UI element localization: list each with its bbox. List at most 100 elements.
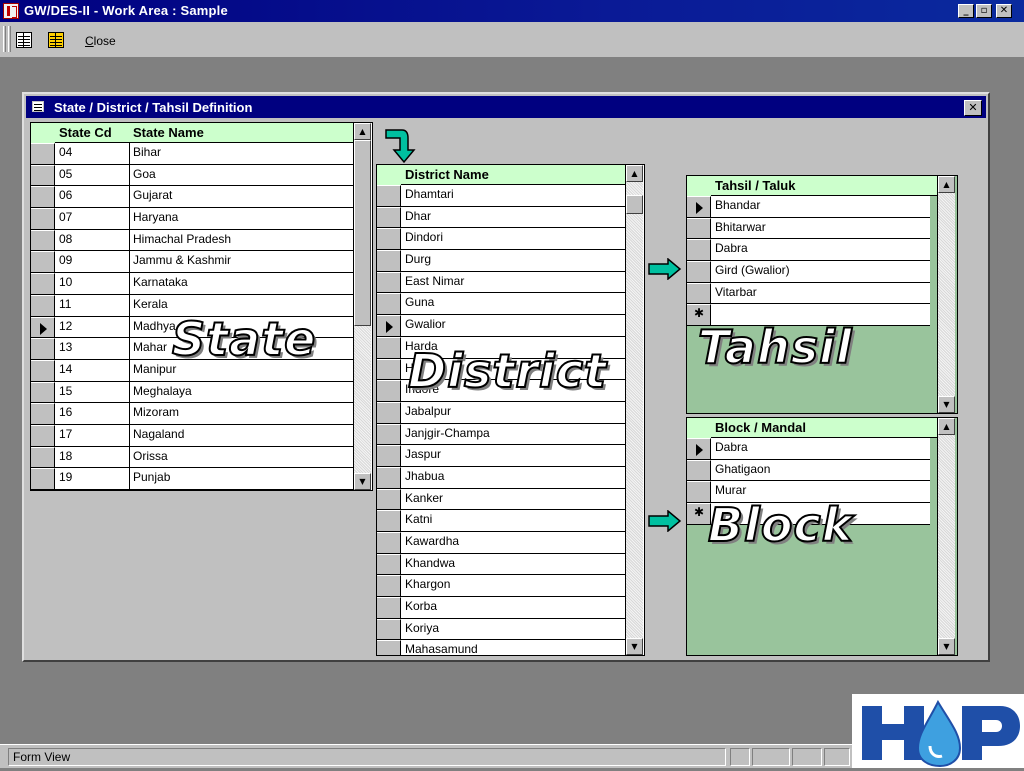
record-selector[interactable] xyxy=(687,217,711,239)
record-selector[interactable] xyxy=(377,293,401,315)
record-selector[interactable] xyxy=(31,403,55,424)
record-selector[interactable] xyxy=(377,401,401,423)
record-selector[interactable] xyxy=(31,143,55,164)
district-row[interactable]: Korba xyxy=(377,597,625,619)
record-selector[interactable] xyxy=(377,553,401,575)
tahsil-row[interactable]: Bhandar xyxy=(687,196,930,218)
block-name-cell[interactable]: Dabra xyxy=(715,440,927,454)
scroll-thumb[interactable] xyxy=(354,140,371,326)
district-name-cell[interactable]: Jabalpur xyxy=(405,404,621,418)
district-name-cell[interactable]: Katni xyxy=(405,512,621,526)
record-selector[interactable] xyxy=(377,380,401,401)
record-selector[interactable] xyxy=(377,488,401,510)
record-selector[interactable] xyxy=(377,618,401,640)
state-name-cell[interactable]: Jammu & Kashmir xyxy=(133,253,347,267)
block-row[interactable]: Ghatigaon xyxy=(687,459,930,482)
state-row[interactable]: 19 Punjab xyxy=(31,468,353,490)
block-row[interactable]: Dabra xyxy=(687,438,930,460)
district-name-cell[interactable]: Korba xyxy=(405,599,621,613)
datasheet-view-button[interactable] xyxy=(46,30,66,50)
record-selector[interactable] xyxy=(377,575,401,597)
district-name-cell[interactable]: Dhar xyxy=(405,209,621,223)
tahsil-header[interactable]: Tahsil / Taluk xyxy=(715,178,795,193)
district-row[interactable]: Mahasamund xyxy=(377,640,625,655)
district-name-cell[interactable]: Dhamtari xyxy=(405,187,621,201)
record-selector[interactable] xyxy=(31,468,55,489)
district-row[interactable]: Jhabua xyxy=(377,466,625,489)
form-close-button[interactable]: ✕ xyxy=(964,100,982,116)
state-code-cell[interactable]: 06 xyxy=(59,188,125,202)
state-name-cell[interactable]: Karnataka xyxy=(133,275,347,289)
record-selector[interactable] xyxy=(377,597,401,618)
tahsil-name-cell[interactable]: Vitarbar xyxy=(715,285,927,299)
state-name-header[interactable]: State Name xyxy=(133,125,204,140)
close-button[interactable]: Close xyxy=(80,30,121,52)
state-name-cell[interactable]: Gujarat xyxy=(133,188,347,202)
state-row[interactable]: 04 Bihar xyxy=(31,143,353,165)
district-row[interactable]: Khargon xyxy=(377,575,625,598)
state-code-header[interactable]: State Cd xyxy=(59,125,112,140)
record-selector[interactable] xyxy=(377,423,401,445)
state-name-cell[interactable]: Mizoram xyxy=(133,405,347,419)
state-code-cell[interactable]: 09 xyxy=(59,253,125,267)
minimize-button[interactable]: _ xyxy=(958,4,974,18)
block-header[interactable]: Block / Mandal xyxy=(715,420,806,435)
district-name-cell[interactable]: Khargon xyxy=(405,577,621,591)
record-selector[interactable] xyxy=(31,273,55,294)
record-selector[interactable] xyxy=(31,186,55,208)
state-name-cell[interactable]: Goa xyxy=(133,167,347,181)
state-code-cell[interactable]: 10 xyxy=(59,275,125,289)
district-name-cell[interactable]: Kanker xyxy=(405,491,621,505)
current-record-icon[interactable] xyxy=(687,196,711,217)
scroll-thumb[interactable] xyxy=(626,195,643,214)
record-selector[interactable] xyxy=(31,251,55,273)
record-selector[interactable] xyxy=(31,294,55,316)
record-selector[interactable] xyxy=(377,185,401,206)
close-window-button[interactable]: ✕ xyxy=(996,4,1012,18)
district-name-cell[interactable]: Kawardha xyxy=(405,534,621,548)
record-selector[interactable] xyxy=(687,239,711,261)
record-selector[interactable] xyxy=(31,164,55,186)
state-name-cell[interactable]: Bihar xyxy=(133,145,347,159)
record-selector[interactable] xyxy=(377,640,401,655)
district-row[interactable]: Kawardha xyxy=(377,532,625,554)
state-scrollbar[interactable]: ▲ ▼ xyxy=(353,123,371,490)
scroll-up-button[interactable]: ▲ xyxy=(938,176,955,193)
record-selector[interactable] xyxy=(31,229,55,251)
block-scrollbar[interactable]: ▲ ▼ xyxy=(937,418,955,655)
state-code-cell[interactable]: 19 xyxy=(59,470,125,484)
state-row[interactable]: 16 Mizoram xyxy=(31,403,353,425)
state-code-cell[interactable]: 07 xyxy=(59,210,125,224)
tahsil-name-cell[interactable]: Bhandar xyxy=(715,198,927,212)
record-selector[interactable] xyxy=(377,336,401,358)
restore-button[interactable]: ▫ xyxy=(976,4,992,18)
state-name-cell[interactable]: Himachal Pradesh xyxy=(133,232,347,246)
record-selector[interactable] xyxy=(377,206,401,228)
state-code-cell[interactable]: 15 xyxy=(59,384,125,398)
current-record-icon[interactable] xyxy=(377,315,401,336)
scroll-down-button[interactable]: ▼ xyxy=(354,473,371,490)
state-code-cell[interactable]: 08 xyxy=(59,232,125,246)
scroll-up-button[interactable]: ▲ xyxy=(626,165,643,182)
state-name-cell[interactable]: Meghalaya xyxy=(133,384,347,398)
district-scrollbar[interactable]: ▲ ▼ xyxy=(625,165,643,655)
record-selector[interactable] xyxy=(31,424,55,446)
record-selector[interactable] xyxy=(377,532,401,553)
tahsil-row[interactable]: Bhitarwar xyxy=(687,217,930,240)
state-code-cell[interactable]: 04 xyxy=(59,145,125,159)
district-name-cell[interactable]: Mahasamund xyxy=(405,642,621,655)
record-selector[interactable] xyxy=(687,459,711,481)
district-name-cell[interactable]: Jaspur xyxy=(405,447,621,461)
district-row[interactable]: Durg xyxy=(377,250,625,272)
district-name-cell[interactable]: Khandwa xyxy=(405,556,621,570)
tahsil-row[interactable]: Gird (Gwalior) xyxy=(687,261,930,283)
state-name-cell[interactable]: Orissa xyxy=(133,449,347,463)
state-row[interactable]: 05 Goa xyxy=(31,164,353,187)
state-name-cell[interactable]: Kerala xyxy=(133,297,347,311)
tahsil-name-cell[interactable]: Dabra xyxy=(715,241,927,255)
district-name-cell[interactable]: Janjgir-Champa xyxy=(405,426,621,440)
district-row[interactable]: Janjgir-Champa xyxy=(377,423,625,446)
district-name-cell[interactable]: Gwalior xyxy=(405,317,621,331)
toolbar-grip[interactable] xyxy=(3,26,6,52)
state-row[interactable]: 08 Himachal Pradesh xyxy=(31,229,353,252)
